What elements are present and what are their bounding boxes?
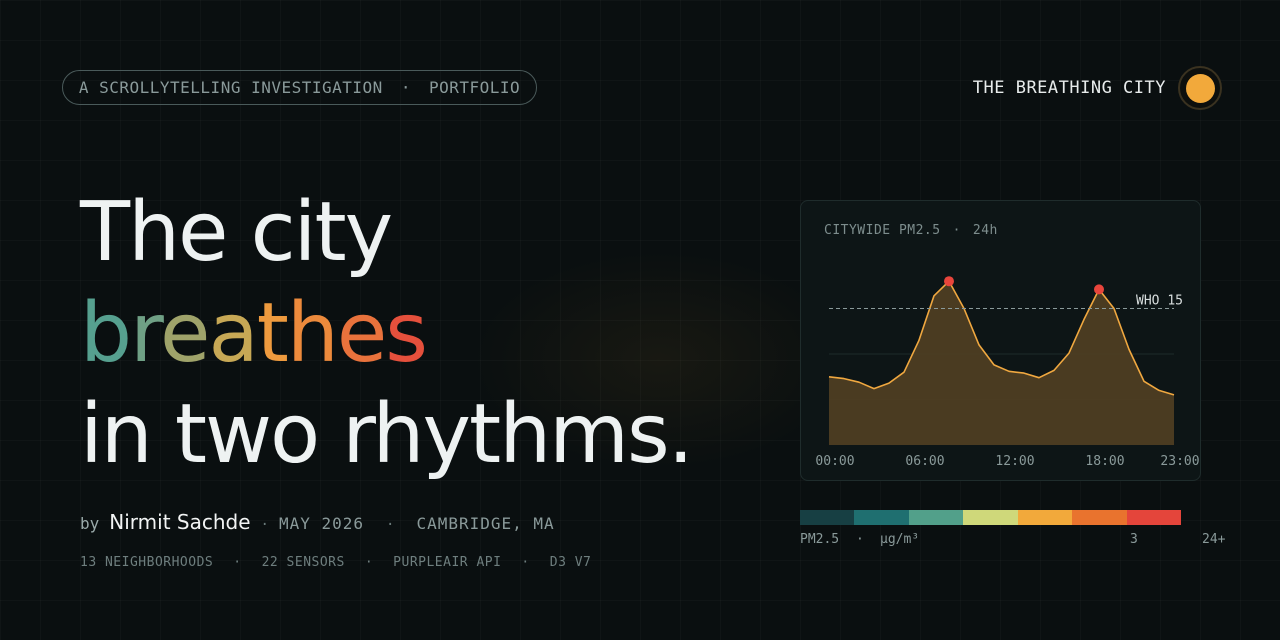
scale-label-mid: 3 [1130, 532, 1138, 547]
sun-dot-icon [1185, 73, 1215, 103]
pm25-color-scale [800, 510, 1181, 525]
kicker-pill: A SCROLLYTELLING INVESTIGATION · PORTFOL… [62, 70, 537, 105]
scale-swatch [800, 510, 855, 525]
scale-swatch [1126, 510, 1181, 525]
stat-api: PURPLEAIR API [393, 555, 502, 570]
kicker-right: PORTFOLIO [428, 78, 521, 97]
scale-labels: PM2.5 · µg/m³ 3 24+ [800, 532, 1226, 550]
x-tick-label: 00:00 [815, 454, 854, 469]
stats-separator: · [364, 555, 374, 570]
headline-letter: h [286, 286, 339, 381]
headline-letter: r [130, 286, 162, 381]
stat-library: D3 V7 [549, 555, 592, 570]
headline-letter: s [385, 286, 428, 381]
scale-unit: µg/m³ [880, 532, 920, 547]
byline: by Nirmit Sachde · MAY 2026 · CAMBRIDGE,… [80, 510, 555, 534]
scale-swatch [1017, 510, 1073, 525]
author-name[interactable]: Nirmit Sachde [109, 510, 250, 534]
headline-letter: a [208, 286, 258, 381]
byline-separator: · [260, 517, 269, 533]
kicker-separator: · [400, 78, 411, 97]
brand-name: THE BREATHING CITY [972, 78, 1166, 98]
stat-sensors: 22 SENSORS [261, 555, 345, 570]
x-tick-label: 23:00 [1160, 454, 1199, 469]
stats-separator: · [233, 555, 242, 570]
headline-letter: e [159, 286, 210, 381]
stats-row: 13 NEIGHBORHOODS · 22 SENSORS · PURPLEAI… [80, 555, 591, 570]
scale-label-metric: PM2.5 [800, 532, 840, 547]
x-tick-label: 06:00 [905, 454, 944, 469]
peak-marker [1094, 284, 1104, 295]
byline-separator: · [386, 517, 395, 533]
who-threshold-label: WHO 15 [1136, 294, 1183, 309]
scale-swatch [908, 510, 964, 525]
headline-letter: t [256, 286, 289, 381]
headline-line-2: breathes [80, 283, 692, 384]
headline: The city breathes in two rhythms. [80, 182, 694, 485]
stats-separator: · [521, 555, 530, 570]
scale-label-max: 24+ [1202, 532, 1226, 547]
publish-date: MAY 2026 [278, 514, 365, 533]
byline-by: by [80, 514, 100, 533]
chart-card: CITYWIDE PM2.5 · 24h WHO 15 00:00 06:00 12:… [800, 200, 1201, 481]
scale-swatch [963, 510, 1018, 525]
kicker-left: A SCROLLYTELLING INVESTIGATION [78, 78, 383, 97]
headline-line-3: in two rhythms. [80, 387, 694, 482]
stat-neighborhoods: 13 NEIGHBORHOODS [80, 555, 214, 570]
brand-logo [1178, 66, 1222, 110]
headline-line-1: The city [80, 185, 393, 280]
headline-letter: b [80, 286, 132, 381]
x-tick-label: 12:00 [995, 454, 1034, 469]
peak-marker [944, 276, 954, 287]
scale-label-separator: · [856, 532, 864, 547]
headline-letter: e [336, 286, 387, 381]
brand-link[interactable]: THE BREATHING CITY [973, 66, 1222, 110]
location: CAMBRIDGE, MA [416, 514, 555, 533]
scale-swatch [854, 510, 909, 525]
area-fill [829, 281, 1174, 445]
x-tick-label: 18:00 [1085, 454, 1124, 469]
scale-swatch [1072, 510, 1127, 525]
pm25-chart: WHO 15 00:00 06:00 12:00 18:00 23:00 [815, 276, 1200, 469]
